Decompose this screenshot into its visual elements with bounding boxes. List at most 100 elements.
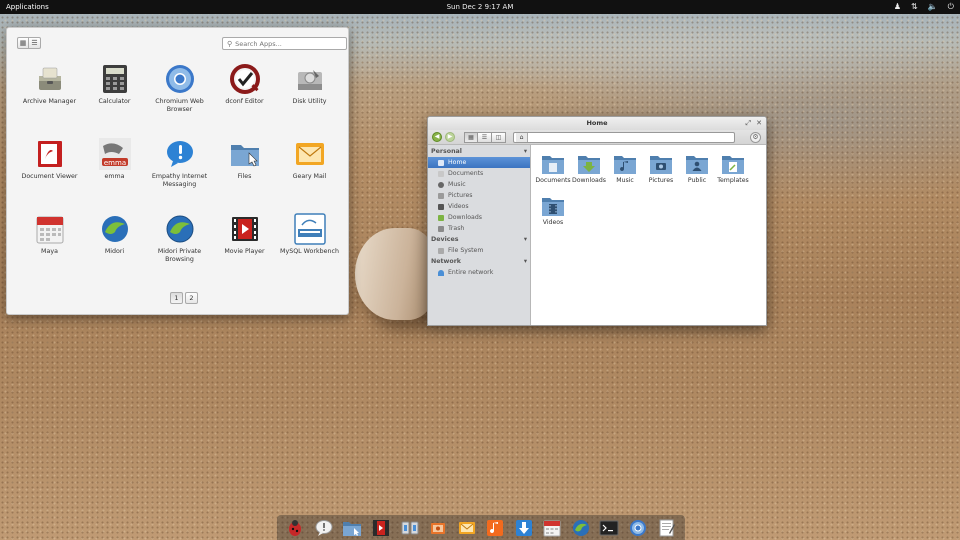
maximize-icon[interactable]: ⤢: [746, 117, 752, 130]
app-document-viewer[interactable]: Document Viewer: [17, 136, 82, 211]
music-dock-icon[interactable]: [485, 517, 506, 538]
view-toggle: ▦ ☰: [17, 37, 41, 49]
forward-button[interactable]: ▶: [445, 132, 455, 142]
list-view-button[interactable]: ☰: [478, 131, 492, 143]
empathy-dock-icon[interactable]: [313, 517, 334, 538]
app-emma[interactable]: emma emma: [82, 136, 147, 211]
window-titlebar[interactable]: Home ⤢ ✕: [428, 117, 766, 130]
search-box[interactable]: ⚲: [222, 37, 347, 50]
sidebar-item-entire-network[interactable]: Entire network: [428, 267, 530, 278]
app-disk-utility[interactable]: Disk Utility: [277, 61, 342, 136]
midori-private-icon: [164, 213, 196, 245]
folder-templates[interactable]: Templates: [715, 153, 751, 184]
downloads-dock-icon[interactable]: [513, 517, 534, 538]
disk-utility-icon: [294, 63, 326, 95]
app-maya[interactable]: Maya: [17, 211, 82, 286]
movie-dock-icon[interactable]: [370, 517, 391, 538]
sidebar-item-home[interactable]: Home: [428, 157, 530, 168]
mail-dock-icon[interactable]: [456, 517, 477, 538]
dconf-editor-icon: [229, 63, 261, 95]
folder-grid: Documents Downloads Music Pictures Publi…: [535, 153, 751, 226]
switchboard-dock-icon[interactable]: [399, 517, 420, 538]
app-dconf-editor[interactable]: dconf Editor: [212, 61, 277, 136]
sidebar-item-file-system[interactable]: File System: [428, 245, 530, 256]
network-icon[interactable]: ⇅: [911, 2, 918, 12]
file-view[interactable]: Documents Downloads Music Pictures Publi…: [531, 145, 766, 325]
app-movie-player[interactable]: Movie Player: [212, 211, 277, 286]
app-mysql-workbench[interactable]: MySQL Workbench: [277, 211, 342, 286]
videos-icon: [438, 203, 444, 210]
folder-music[interactable]: Music: [607, 153, 643, 184]
grid-view-button[interactable]: ▦: [17, 37, 29, 49]
app-calculator[interactable]: Calculator: [82, 61, 147, 136]
app-label: Document Viewer: [21, 173, 78, 180]
app-midori[interactable]: Midori: [82, 211, 147, 286]
downloads-folder-icon: [577, 153, 601, 175]
home-icon[interactable]: ⌂: [516, 132, 528, 142]
calendar-dock-icon[interactable]: [542, 517, 563, 538]
folder-documents[interactable]: Documents: [535, 153, 571, 184]
sidebar-category-personal[interactable]: Personal ▾: [428, 146, 530, 157]
gear-icon[interactable]: ⚙: [750, 132, 761, 143]
collapse-icon[interactable]: ▾: [524, 148, 527, 155]
volume-icon[interactable]: 🔈: [928, 2, 938, 12]
app-label: dconf Editor: [225, 98, 264, 105]
app-label: Empathy Internet Messaging: [151, 173, 208, 188]
empathy-icon: [164, 138, 196, 170]
category-view-button[interactable]: ☰: [29, 37, 41, 49]
downloads-arrow-icon: [438, 214, 444, 221]
app-geary-mail[interactable]: Geary Mail: [277, 136, 342, 211]
terminal-dock-icon[interactable]: [599, 517, 620, 538]
app-empathy[interactable]: Empathy Internet Messaging: [147, 136, 212, 211]
app-archive-manager[interactable]: Archive Manager: [17, 61, 82, 136]
app-label: MySQL Workbench: [280, 248, 339, 255]
midori-dock-icon[interactable]: [570, 517, 591, 538]
pictures-icon: [438, 192, 444, 199]
sidebar-category-devices[interactable]: Devices ▾: [428, 234, 530, 245]
sidebar-item-trash[interactable]: Trash: [428, 223, 530, 234]
clock[interactable]: Sun Dec 2 9:17 AM: [0, 3, 960, 11]
folder-downloads[interactable]: Downloads: [571, 153, 607, 184]
files-dock-icon[interactable]: [342, 517, 363, 538]
applications-menu-button[interactable]: Applications: [6, 3, 49, 11]
folder-videos[interactable]: Videos: [535, 195, 571, 226]
path-bar[interactable]: ⌂: [513, 131, 735, 143]
sidebar-item-music[interactable]: Music: [428, 179, 530, 190]
drive-icon: [438, 247, 444, 254]
search-input[interactable]: [235, 39, 336, 48]
dock: [277, 515, 685, 540]
sidebar-item-videos[interactable]: Videos: [428, 201, 530, 212]
sidebar-item-documents[interactable]: Documents: [428, 168, 530, 179]
close-icon[interactable]: ✕: [756, 117, 762, 130]
app-files[interactable]: Files: [212, 136, 277, 211]
sidebar-item-downloads[interactable]: Downloads: [428, 212, 530, 223]
text-editor-dock-icon[interactable]: [656, 517, 677, 538]
page-2-button[interactable]: 2: [185, 292, 198, 304]
archive-manager-icon: [34, 63, 66, 95]
folder-pictures[interactable]: Pictures: [643, 153, 679, 184]
back-button[interactable]: ◀: [432, 132, 442, 142]
search-icon: ⚲: [227, 39, 233, 48]
network-wifi-icon: [438, 269, 444, 276]
sidebar-item-pictures[interactable]: Pictures: [428, 190, 530, 201]
user-icon[interactable]: ♟: [894, 2, 901, 12]
app-midori-private[interactable]: Midori Private Browsing: [147, 211, 212, 286]
folder-public[interactable]: Public: [679, 153, 715, 184]
page-1-button[interactable]: 1: [170, 292, 183, 304]
chromium-dock-icon[interactable]: [628, 517, 649, 538]
app-label: Calculator: [98, 98, 131, 105]
file-manager-body: Personal ▾ Home Documents Music Pictures …: [428, 145, 766, 325]
mysql-workbench-icon: [293, 213, 326, 245]
document-viewer-icon: [34, 138, 66, 170]
collapse-icon[interactable]: ▾: [524, 258, 527, 265]
sidebar-category-network[interactable]: Network ▾: [428, 256, 530, 267]
column-view-button[interactable]: ◫: [492, 131, 506, 143]
maya-calendar-icon: [34, 213, 66, 245]
collapse-icon[interactable]: ▾: [524, 236, 527, 243]
launcher-pager: 1 2: [170, 292, 198, 304]
icon-view-button[interactable]: ▦: [464, 131, 478, 143]
photos-dock-icon[interactable]: [428, 517, 449, 538]
app-chromium[interactable]: Chromium Web Browser: [147, 61, 212, 136]
bug-app-icon[interactable]: [285, 517, 306, 538]
power-icon[interactable]: ⏻: [948, 2, 954, 12]
